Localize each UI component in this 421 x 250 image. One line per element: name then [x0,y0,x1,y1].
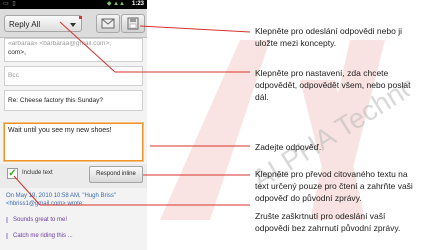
quoted-line: Sounds great to me! [6,217,144,223]
watermark: ALPHA Technology [160,40,410,220]
callout-line-save [139,25,251,33]
status-time: 1:23 [131,1,144,7]
callout-include-text: Zrušte zaškrtnutí pro odeslání vaší odpo… [255,211,401,233]
include-text-label: Include text [22,170,53,176]
reply-mode-dropdown[interactable]: Reply All [4,15,82,32]
status-bar: ▭ ▯ ◆ ▲▲ 1:23 [0,0,147,9]
message-body-field[interactable]: Wait until you see my new shoes! [4,123,143,161]
to-recipient: com>, [8,49,26,56]
signal-icon: ◆ ▲▲ [106,1,125,7]
send-button[interactable] [96,14,120,33]
callout-reply-mode: Klepněte pro nastavení, zda chcete odpov… [255,68,411,102]
reply-mode-label: Reply All [9,20,41,29]
to-recipient-faded: «arbaraa» <barbaraa@gmail.com>, [8,41,112,47]
callout-respond-inline: Klepněte pro převod citovaného textu na … [255,169,413,203]
save-draft-button[interactable] [121,14,145,33]
to-field[interactable]: «arbaraa» <barbaraa@gmail.com>, com>, [4,38,143,62]
include-text-checkbox[interactable]: ✓ [7,168,18,179]
callout-send-save: Klepněte pro odeslání odpovědi nebo ji u… [255,26,402,48]
quoted-line: Catch me riding this ... [6,233,144,239]
compose-toolbar: Reply All [0,9,147,38]
phone-screen: ▭ ▯ ◆ ▲▲ 1:23 Reply All «arbaraa» <barba… [0,0,147,250]
send-icon [101,18,115,29]
respond-inline-button[interactable]: Respond inline [89,166,143,183]
save-icon [127,17,139,30]
callout-enter-reply: Zadejte odpověď. [255,142,322,152]
notification-icons: ▭ ▯ [3,1,17,7]
chevron-down-icon [70,23,76,27]
bcc-field[interactable]: Bcc [4,66,143,86]
quoted-header: On May 19, 2010 10:58 AM, "Hugh Briss" <… [6,193,116,207]
subject-field[interactable]: Re: Cheese factory this Sunday? [4,90,143,111]
